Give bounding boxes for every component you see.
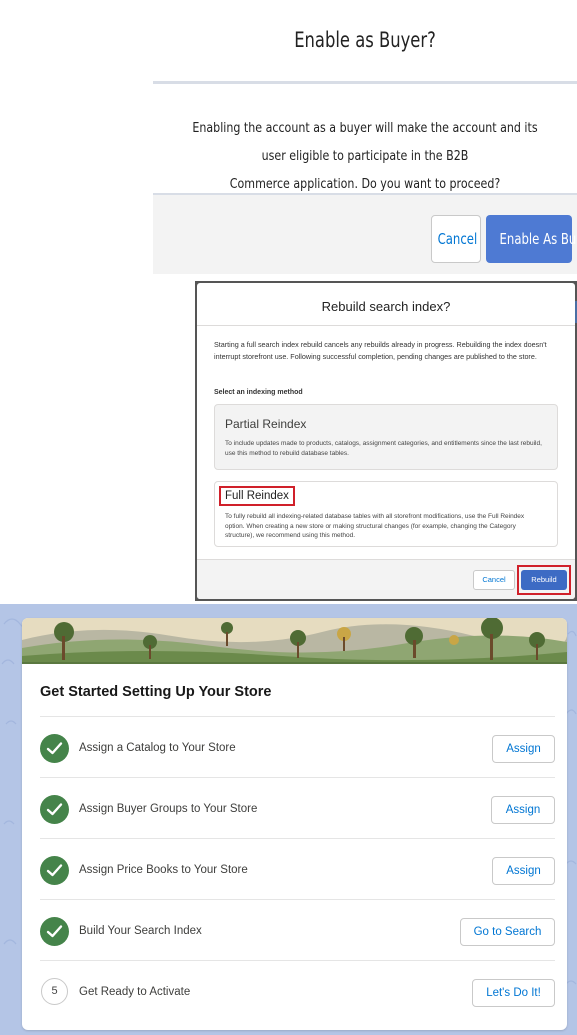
assign-buyer-groups-button[interactable]: Assign [491,796,555,824]
setup-card: Get Started Setting Up Your Store Assign… [22,618,567,1030]
lets-do-it-button[interactable]: Let's Do It! [472,979,555,1007]
setup-step: Build Your Search Index Go to Search [40,899,555,960]
dialog-title: Rebuild search index? [321,299,451,314]
option-description: To fully rebuild all indexing-related da… [225,513,525,539]
check-icon [40,795,69,824]
dialog-title: Enable as Buyer? [294,28,436,52]
rebuild-button[interactable]: Rebuild [521,570,567,590]
step-label: Get Ready to Activate [79,986,191,998]
assign-catalog-button[interactable]: Assign [492,735,555,763]
dialog-footer: Cancel Enable As Buyer [153,193,577,274]
enable-as-buyer-button[interactable]: Enable As Buyer [486,215,577,263]
setup-step: Assign Price Books to Your Store Assign [40,838,555,899]
setup-step: 5 Get Ready to Activate Let's Do It! [40,960,555,1021]
cancel-button[interactable]: Cancel [473,570,515,590]
dialog-footer: Cancel Rebuild [197,559,575,599]
option-description: To include updates made to products, cat… [225,440,542,457]
check-icon [40,917,69,946]
option-title: Partial Reindex [225,417,307,431]
option-title: Full Reindex [219,486,295,506]
step-label: Assign Price Books to Your Store [79,864,248,876]
full-reindex-option[interactable]: Full Reindex To fully rebuild all indexi… [214,481,558,547]
enable-as-buyer-button-label: Enable As Buyer [499,230,577,248]
setup-step: Assign a Catalog to Your Store Assign [40,716,555,777]
dialog-description: Starting a full search index rebuild can… [214,340,547,361]
step-label: Build Your Search Index [79,925,202,937]
step-label: Assign Buyer Groups to Your Store [79,803,258,815]
step-number: 5 [41,978,68,1005]
setup-page: Get Started Setting Up Your Store Assign… [0,604,577,1035]
divider [197,325,575,326]
setup-step: Assign Buyer Groups to Your Store Assign [40,777,555,838]
step-label: Assign a Catalog to Your Store [79,742,236,754]
cancel-button[interactable]: Cancel [431,215,481,263]
check-icon [40,734,69,763]
check-icon [40,856,69,885]
go-to-search-button[interactable]: Go to Search [460,918,555,946]
assign-price-books-button[interactable]: Assign [492,857,555,885]
landscape-banner [22,618,567,664]
divider [153,81,577,84]
card-title: Get Started Setting Up Your Store [40,684,272,700]
partial-reindex-option[interactable]: Partial Reindex To include updates made … [214,404,558,470]
rebuild-index-dialog: Rebuild search index? Starting a full se… [195,281,577,601]
dialog-message-line: Enabling the account as a buyer will mak… [192,120,538,164]
indexing-method-label: Select an indexing method [214,389,303,396]
dialog-body: Rebuild search index? Starting a full se… [197,283,575,599]
cancel-button-label: Cancel [437,230,478,248]
dialog-message: Enabling the account as a buyer will mak… [153,114,577,198]
enable-buyer-dialog: Enable as Buyer? Enabling the account as… [153,0,577,274]
